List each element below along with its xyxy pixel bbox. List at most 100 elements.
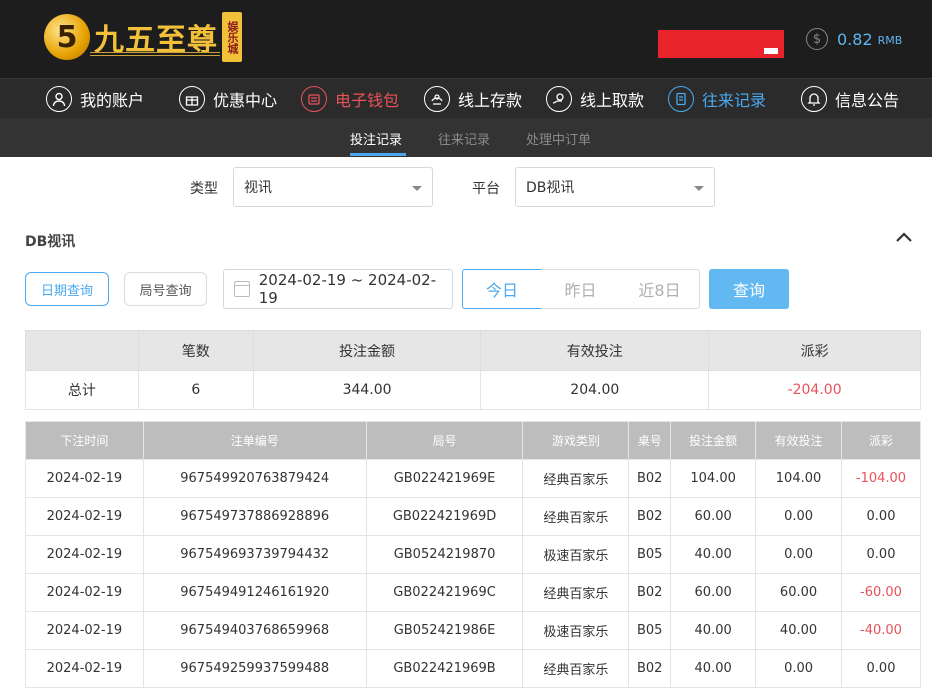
cell-table-id: B02 [628, 497, 672, 536]
table-header-cell: 投注金额 [670, 421, 757, 460]
type-select-value: 视讯 [244, 180, 272, 196]
cell-valid-bet: 0.00 [755, 497, 842, 536]
cell-order-id: 967549403768659968 [142, 611, 367, 650]
nav-item-label: 优惠中心 [213, 90, 278, 110]
nav-item-label: 线上取款 [580, 90, 645, 110]
nav-item-account[interactable]: 我的账户 [46, 85, 145, 112]
type-label: 类型 [190, 181, 218, 197]
summary-count: 6 [137, 370, 254, 410]
chevron-down-icon [694, 186, 704, 191]
header: 5 九五至尊 娱乐城 $ 0.82 RMB [0, 0, 932, 78]
cell-order-id: 967549491246161920 [142, 573, 367, 612]
cell-bet-time: 2024-02-19 [25, 497, 144, 536]
cell-bet-amount: 40.00 [670, 535, 757, 574]
table-row: 2024-02-19 967549737886928896 GB022421969D… [25, 497, 922, 536]
cell-game-type: 极速百家乐 [522, 611, 630, 650]
cell-game-type: 极速百家乐 [522, 535, 630, 574]
redacted-username [658, 30, 784, 58]
cell-table-id: B02 [628, 573, 672, 612]
logo-emblem: 5 [44, 14, 90, 60]
chevron-down-icon [412, 186, 422, 191]
summary-valid-bet: 204.00 [480, 370, 710, 410]
cell-payout: 0.00 [840, 649, 922, 688]
cell-payout: -104.00 [840, 459, 922, 498]
cell-bet-time: 2024-02-19 [25, 459, 144, 498]
nav-item-label: 往来记录 [702, 90, 767, 110]
cell-order-id: 967549693739794432 [142, 535, 367, 574]
balance-value: 0.82 [837, 29, 873, 49]
wallet-icon [301, 85, 327, 112]
nav-item-label: 我的账户 [80, 90, 145, 110]
deposit-icon [424, 85, 450, 112]
nav-item-withdraw[interactable]: 线上取款 [546, 85, 645, 112]
cell-bet-amount: 104.00 [670, 459, 757, 498]
balance-unit: RMB [877, 34, 903, 47]
bet-records-table: 下注时间 注单编号 局号 游戏类别 桌号 投注金额 有效投注 派彩 2024-02-19 967… [25, 421, 922, 688]
cell-valid-bet: 0.00 [755, 535, 842, 574]
table-row: 2024-02-19 967549693739794432 GB0524219870… [25, 535, 922, 574]
platform-label: 平台 [472, 181, 500, 197]
round-query-button[interactable]: 局号查询 [124, 272, 207, 306]
tab-bet-records[interactable]: 投注记录 [350, 129, 402, 148]
cell-bet-time: 2024-02-19 [25, 649, 144, 688]
cell-game-type: 经典百家乐 [522, 649, 630, 688]
sub-tabs: 投注记录 往来记录 处理中订单 [0, 118, 932, 157]
cell-table-id: B05 [628, 535, 672, 574]
cell-round-id: GB052421986E [365, 611, 524, 650]
query-button[interactable]: 查询 [709, 269, 789, 309]
section-title: DB视讯 [25, 234, 76, 250]
table-row: 2024-02-19 967549403768659968 GB052421986E… [25, 611, 922, 650]
tab-transactions[interactable]: 往来记录 [438, 129, 490, 148]
records-icon [668, 85, 694, 112]
cell-bet-amount: 40.00 [670, 649, 757, 688]
nav-item-announcements[interactable]: 信息公告 [801, 85, 899, 112]
cell-round-id: GB022421969E [365, 459, 524, 498]
cell-game-type: 经典百家乐 [522, 497, 630, 536]
table-header-cell: 有效投注 [755, 421, 842, 460]
cell-round-id: GB022421969C [365, 573, 524, 612]
summary-table: 笔数 投注金额 有效投注 派彩 总计 6 344.00 204.00 -204.… [25, 330, 921, 410]
summary-header-cell [25, 330, 139, 371]
cell-round-id: GB022421969D [365, 497, 524, 536]
withdraw-icon [546, 85, 572, 112]
nav-item-wallet[interactable]: 电子钱包 [301, 85, 400, 112]
active-tab-indicator [350, 153, 406, 156]
chevron-up-icon[interactable] [894, 229, 914, 245]
nav-item-label: 电子钱包 [335, 90, 400, 110]
tab-pending-orders[interactable]: 处理中订单 [526, 129, 591, 148]
nav-item-promotions[interactable]: 优惠中心 [179, 85, 278, 112]
table-row: 2024-02-19 967549920763879424 GB022421969E… [25, 459, 922, 498]
nav-item-deposit[interactable]: 线上存款 [424, 85, 522, 112]
yesterday-button[interactable]: 昨日 [541, 269, 621, 309]
today-button[interactable]: 今日 [462, 269, 542, 309]
date-query-button[interactable]: 日期查询 [25, 272, 109, 306]
cell-bet-time: 2024-02-19 [25, 535, 144, 574]
calendar-icon [234, 281, 250, 297]
platform-select[interactable]: DB视讯 [515, 167, 715, 207]
nav-item-records[interactable]: 往来记录 [668, 85, 767, 112]
table-header-cell: 下注时间 [25, 421, 144, 460]
cell-round-id: GB0524219870 [365, 535, 524, 574]
summary-payout: -204.00 [708, 370, 921, 410]
cell-bet-amount: 60.00 [670, 573, 757, 612]
table-header-cell: 局号 [365, 421, 524, 460]
table-header-row: 下注时间 注单编号 局号 游戏类别 桌号 投注金额 有效投注 派彩 [25, 421, 922, 460]
table-header-cell: 游戏类别 [522, 421, 630, 460]
last-8-days-button[interactable]: 近8日 [620, 269, 700, 309]
cell-bet-time: 2024-02-19 [25, 573, 144, 612]
cell-table-id: B02 [628, 649, 672, 688]
date-range-input[interactable]: 2024-02-19 ~ 2024-02-19 [223, 269, 453, 309]
cell-game-type: 经典百家乐 [522, 573, 630, 612]
bell-icon [801, 85, 827, 112]
cell-valid-bet: 60.00 [755, 573, 842, 612]
table-row: 2024-02-19 967549491246161920 GB022421969C… [25, 573, 922, 612]
table-row: 2024-02-19 967549259937599488 GB022421969B… [25, 649, 922, 688]
summary-header-cell: 有效投注 [480, 330, 710, 371]
cell-bet-amount: 60.00 [670, 497, 757, 536]
table-header-cell: 桌号 [628, 421, 672, 460]
cell-game-type: 经典百家乐 [522, 459, 630, 498]
cell-order-id: 967549920763879424 [142, 459, 367, 498]
cell-table-id: B02 [628, 459, 672, 498]
dollar-coin-icon: $ [806, 28, 828, 50]
type-select[interactable]: 视讯 [233, 167, 433, 207]
